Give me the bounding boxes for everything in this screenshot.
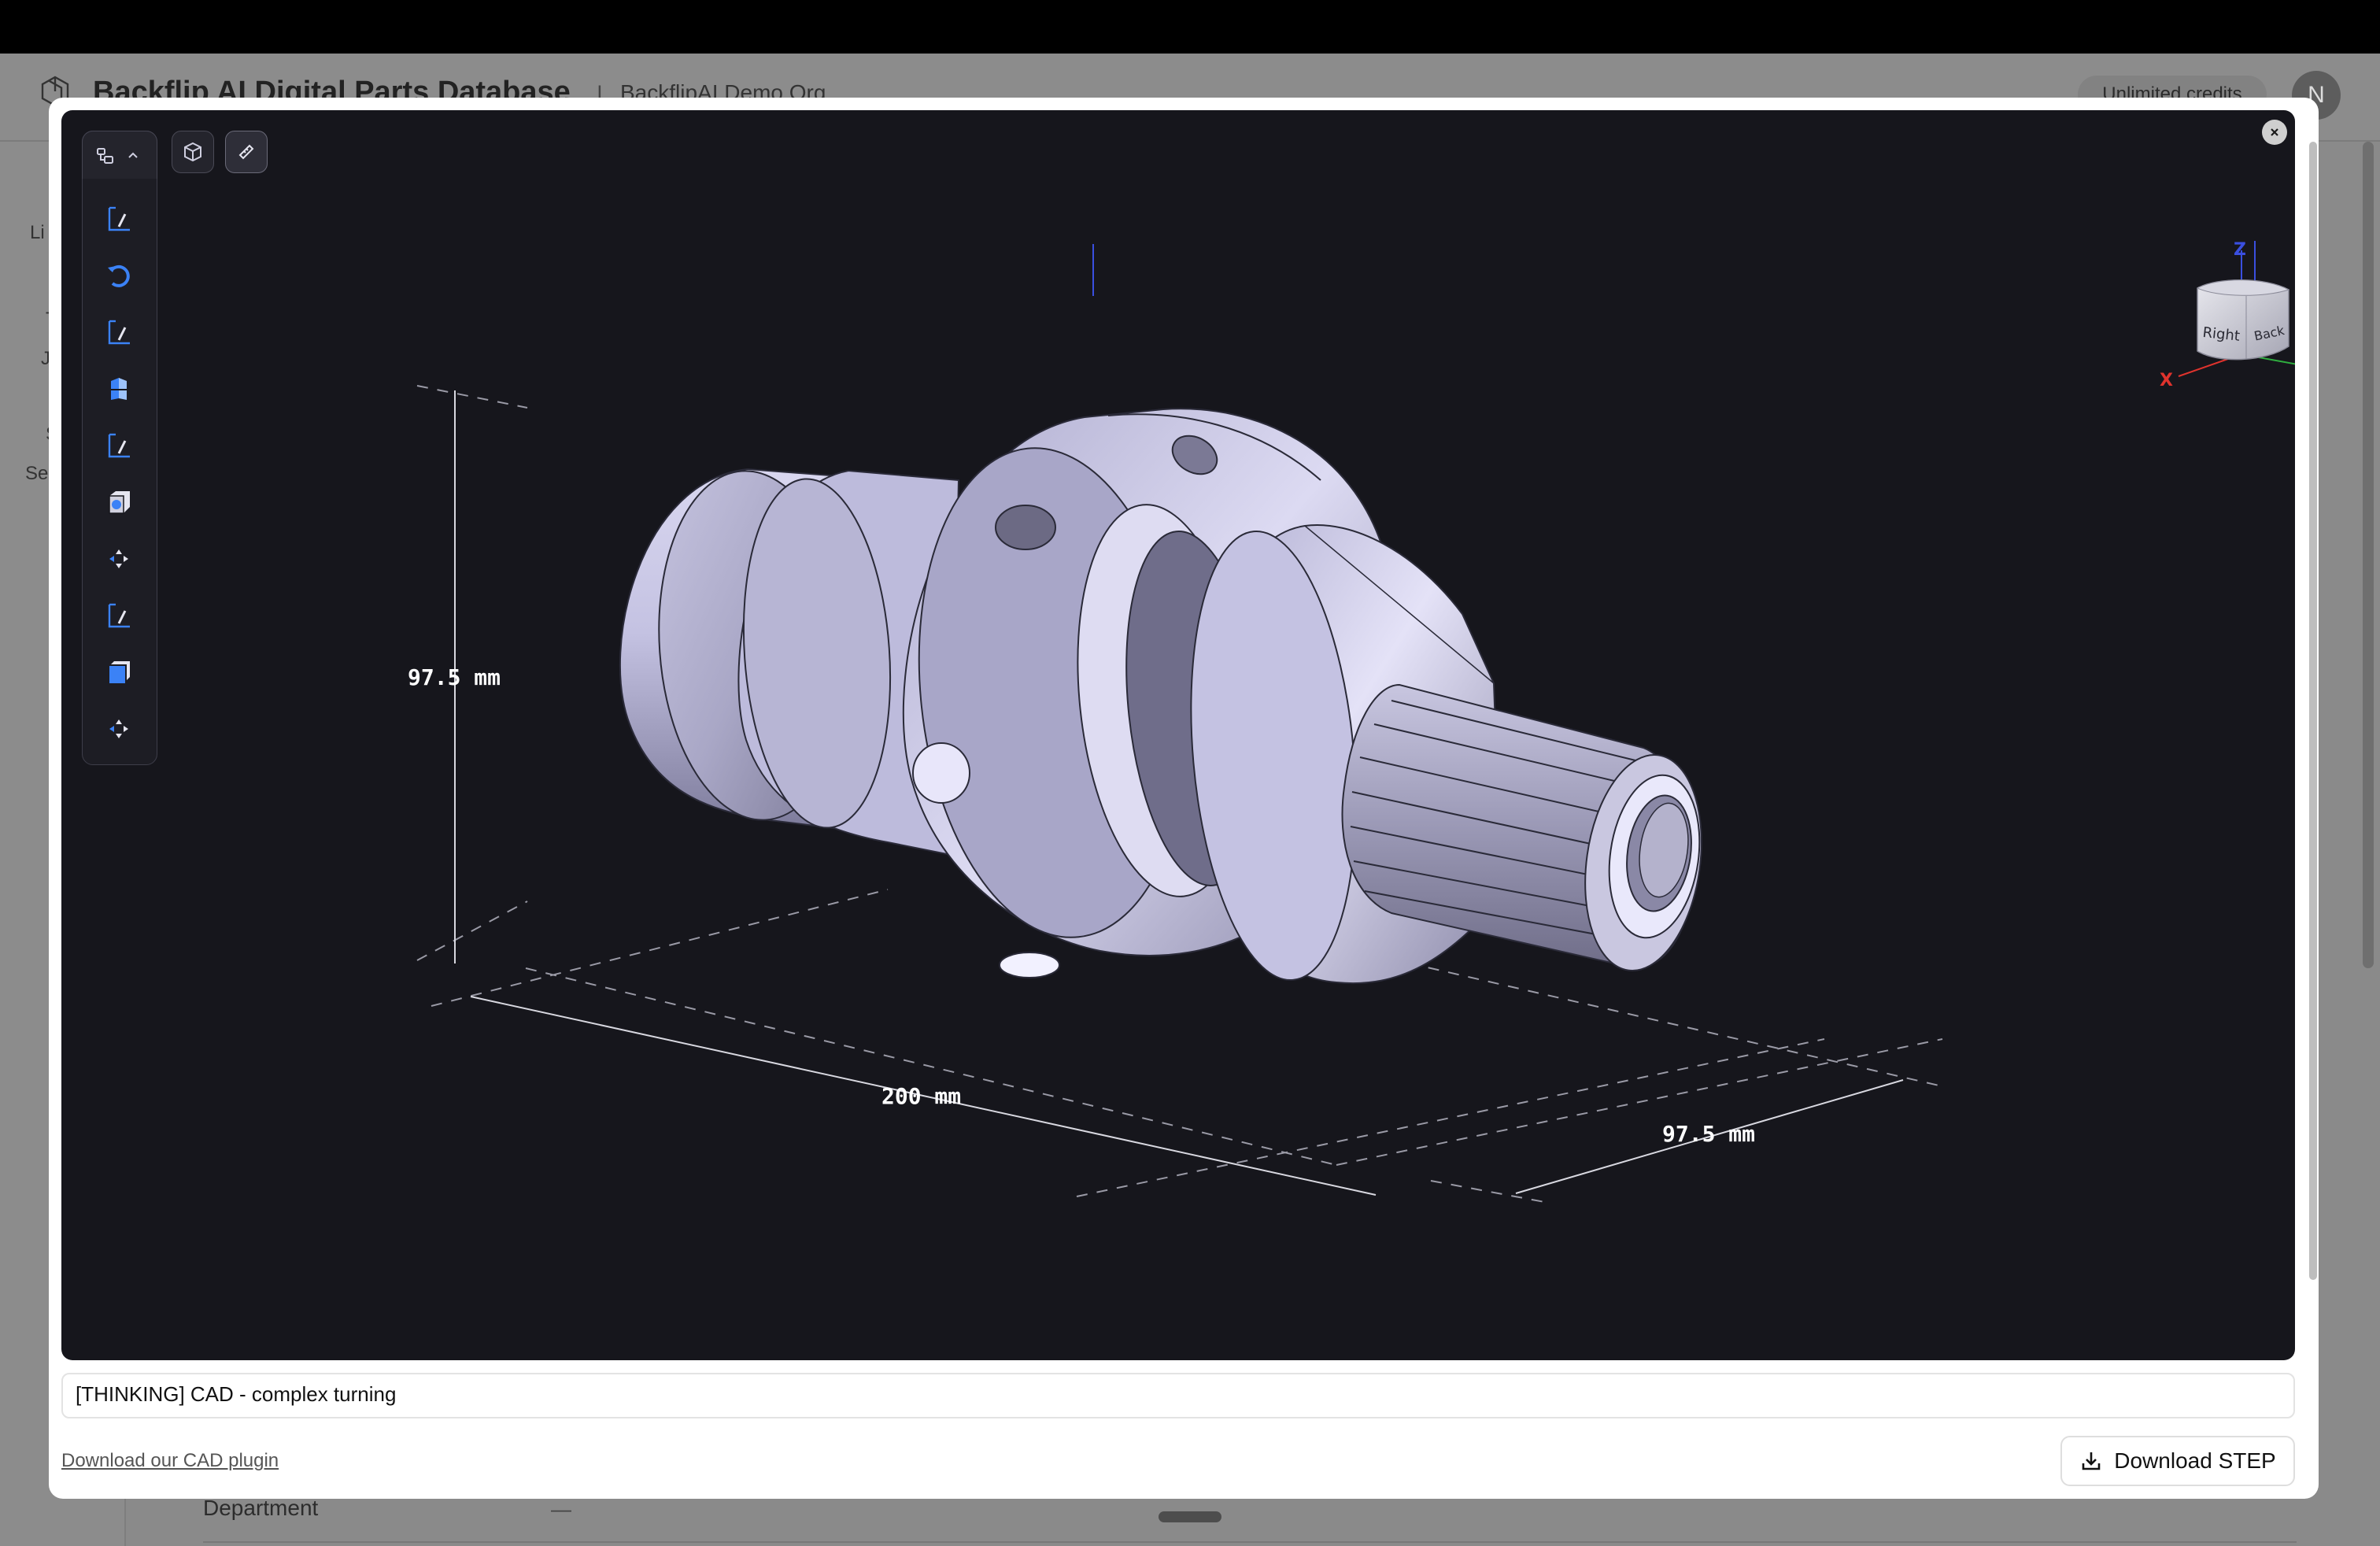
section-button[interactable] xyxy=(100,370,138,408)
layers-icon xyxy=(109,661,130,683)
sidebar-item-label: Se xyxy=(25,463,49,484)
length-dimension-label: 200 mm xyxy=(881,1083,962,1109)
chevron-up-icon xyxy=(128,152,138,158)
measure-edge-icon xyxy=(108,206,130,231)
explode-icon xyxy=(109,549,128,568)
page-scrollbar[interactable] xyxy=(2363,142,2374,968)
rotate-icon xyxy=(108,264,130,287)
measure-edge-button[interactable] xyxy=(100,597,138,634)
explode-icon xyxy=(109,719,128,738)
department-label: Department xyxy=(203,1496,319,1520)
download-step-label: Download STEP xyxy=(2114,1448,2276,1473)
view-cube[interactable]: Right Back Z X Y xyxy=(1092,240,2295,390)
rotate-button[interactable] xyxy=(100,257,138,294)
width-dimension-label: 97.5 mm xyxy=(1662,1121,1756,1147)
section-icon xyxy=(111,378,127,400)
close-icon xyxy=(2271,128,2278,136)
department-value: — xyxy=(551,1497,571,1521)
model-name-field[interactable] xyxy=(61,1373,2295,1418)
measure-edge-icon xyxy=(108,603,130,628)
explode-button[interactable] xyxy=(100,540,138,578)
sheet-handle[interactable] xyxy=(1159,1511,1221,1522)
measure-edge-button[interactable] xyxy=(100,313,138,351)
wireframe-toggle-button[interactable] xyxy=(172,131,214,173)
download-cad-plugin-link[interactable]: Download our CAD plugin xyxy=(61,1450,279,1472)
axis-x-label: X xyxy=(2160,371,2173,390)
measure-edge-icon xyxy=(108,433,130,458)
close-button[interactable] xyxy=(2262,120,2287,145)
download-icon xyxy=(2082,1452,2101,1470)
modal-scrollbar[interactable] xyxy=(2309,142,2317,1280)
layers-button[interactable] xyxy=(100,653,138,691)
box-view-icon xyxy=(109,491,130,514)
measure-edge-button[interactable] xyxy=(100,427,138,464)
height-dimension-label: 97.5 mm xyxy=(408,664,501,690)
measure-edge-button[interactable] xyxy=(100,200,138,238)
ruler-icon xyxy=(238,144,254,160)
divider xyxy=(203,1541,2297,1543)
ruler-measure-button[interactable] xyxy=(225,131,268,173)
measure-edge-icon xyxy=(108,320,130,345)
top-black-bar xyxy=(0,0,2380,54)
cube-outline-icon xyxy=(184,142,201,162)
axis-z-label: Z xyxy=(2234,240,2246,260)
box-view-button[interactable] xyxy=(100,483,138,521)
sidebar-item-label: Li xyxy=(30,222,45,243)
cad-scene: Right Back Z X Y xyxy=(416,240,2295,1204)
model-name-text: [THINKING] CAD - complex turning xyxy=(76,1382,397,1406)
cad-3d-viewport[interactable]: Right Back Z X Y 97.5 mm 200 mm 97.5 mm xyxy=(61,110,2295,1360)
tools-icon xyxy=(97,148,113,164)
download-step-button[interactable]: Download STEP xyxy=(2060,1436,2295,1486)
explode-button[interactable] xyxy=(100,710,138,748)
tool-palette-header[interactable] xyxy=(82,131,157,179)
